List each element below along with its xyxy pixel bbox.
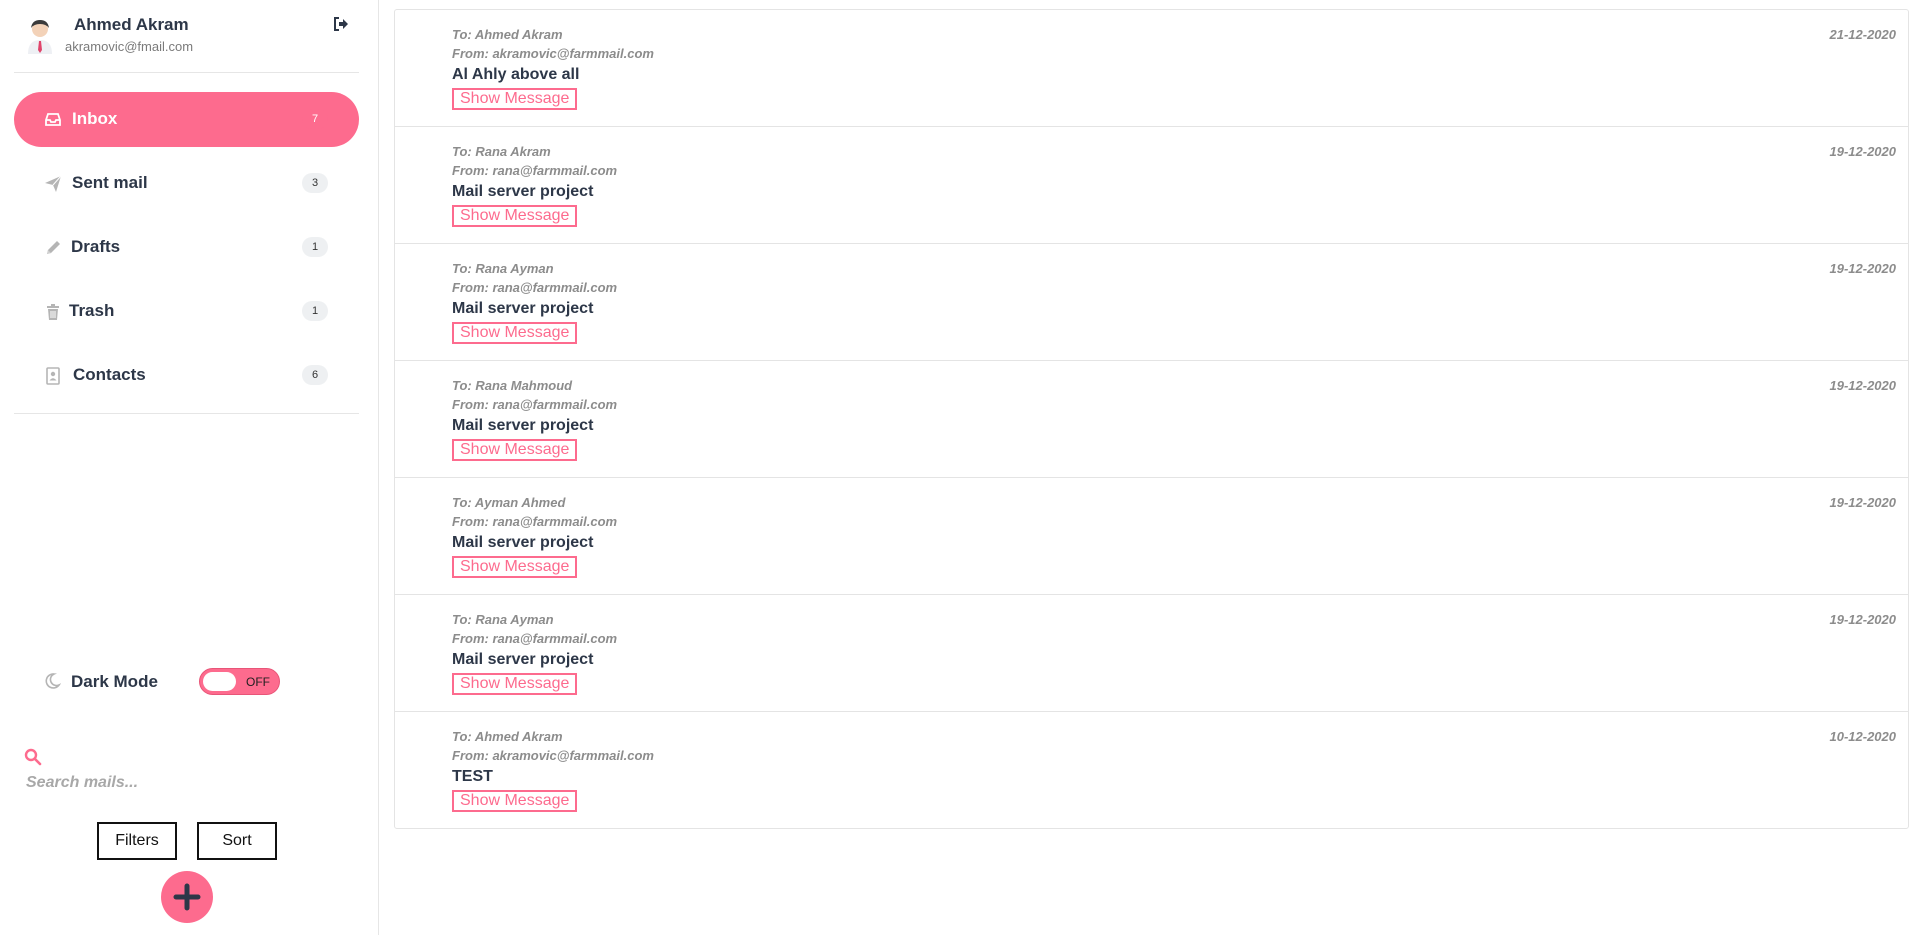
sidebar-item-count: 6 xyxy=(302,365,328,385)
sidebar: Ahmed Akram akramovic@fmail.com Inbox 7 … xyxy=(0,0,379,935)
mail-subject: TEST xyxy=(452,768,493,785)
sidebar-item-inbox[interactable]: Inbox 7 xyxy=(14,92,359,147)
sidebar-item-count: 1 xyxy=(302,301,328,321)
sidebar-item-label: Drafts xyxy=(71,237,121,256)
mail-to: To: Rana Mahmoud xyxy=(452,378,573,393)
mail-app: Ahmed Akram akramovic@fmail.com Inbox 7 … xyxy=(0,0,1913,935)
mail-to: To: Ahmed Akram xyxy=(452,27,563,42)
mail-date: 19-12-2020 xyxy=(1829,612,1897,627)
contact-card-icon xyxy=(46,367,60,385)
logout-icon[interactable] xyxy=(332,15,350,33)
mail-subject: Mail server project xyxy=(452,183,594,200)
mail-list: To: Ahmed Akram From: akramovic@farmmail… xyxy=(394,9,1909,829)
mail-item[interactable]: To: Rana Mahmoud From: rana@farmmail.com… xyxy=(395,361,1908,478)
mail-item[interactable]: To: Ahmed Akram From: akramovic@farmmail… xyxy=(395,712,1908,829)
sidebar-item-contacts[interactable]: Contacts 6 xyxy=(14,348,359,403)
show-message-button[interactable]: Show Message xyxy=(452,556,578,578)
sidebar-item-drafts[interactable]: Drafts 1 xyxy=(14,220,359,275)
show-message-button[interactable]: Show Message xyxy=(452,673,578,695)
mail-item[interactable]: To: Ahmed Akram From: akramovic@farmmail… xyxy=(395,10,1908,127)
mail-date: 19-12-2020 xyxy=(1829,261,1897,276)
dark-mode-label: Dark Mode xyxy=(71,672,158,691)
sidebar-divider-top xyxy=(14,72,359,73)
mail-date: 10-12-2020 xyxy=(1829,729,1897,744)
mail-subject: Mail server project xyxy=(452,300,594,317)
mail-from: From: akramovic@farmmail.com xyxy=(452,748,654,763)
plus-icon xyxy=(173,883,201,911)
mail-item[interactable]: To: Rana Ayman From: rana@farmmail.com M… xyxy=(395,244,1908,361)
mail-subject: Mail server project xyxy=(452,417,594,434)
sort-button[interactable]: Sort xyxy=(197,822,277,860)
mail-from: From: rana@farmmail.com xyxy=(452,397,618,412)
profile-name: Ahmed Akram xyxy=(74,15,189,34)
show-message-button[interactable]: Show Message xyxy=(452,88,578,110)
compose-button[interactable] xyxy=(161,871,213,923)
dark-mode-row: Dark Mode OFF xyxy=(0,665,379,699)
mail-subject: Al Ahly above all xyxy=(452,66,580,83)
sidebar-item-count: 7 xyxy=(302,109,328,129)
sidebar-item-label: Contacts xyxy=(73,365,146,384)
mail-item[interactable]: To: Rana Akram From: rana@farmmail.com M… xyxy=(395,127,1908,244)
mail-item[interactable]: To: Rana Ayman From: rana@farmmail.com M… xyxy=(395,595,1908,712)
mail-date: 21-12-2020 xyxy=(1829,27,1897,42)
mail-from: From: rana@farmmail.com xyxy=(452,514,618,529)
dark-mode-toggle[interactable]: OFF xyxy=(199,668,280,695)
trash-icon xyxy=(47,304,59,320)
sidebar-item-label: Inbox xyxy=(72,109,118,128)
profile-email: akramovic@fmail.com xyxy=(65,39,194,54)
mail-date: 19-12-2020 xyxy=(1829,144,1897,159)
mail-from: From: rana@farmmail.com xyxy=(452,280,618,295)
sidebar-item-trash[interactable]: Trash 1 xyxy=(14,284,359,339)
mail-subject: Mail server project xyxy=(452,534,594,551)
mail-item[interactable]: To: Ayman Ahmed From: rana@farmmail.com … xyxy=(395,478,1908,595)
avatar xyxy=(28,20,52,54)
mail-to: To: Ahmed Akram xyxy=(452,729,563,744)
moon-icon xyxy=(45,673,61,689)
filters-button[interactable]: Filters xyxy=(97,822,177,860)
mail-from: From: rana@farmmail.com xyxy=(452,631,618,646)
pencil-icon xyxy=(47,241,60,254)
toggle-state: OFF xyxy=(246,675,270,689)
sidebar-item-label: Trash xyxy=(69,301,115,320)
sidebar-item-count: 1 xyxy=(302,237,328,257)
sidebar-divider-bottom xyxy=(14,413,359,414)
sidebar-item-count: 3 xyxy=(302,173,328,193)
profile-header: Ahmed Akram akramovic@fmail.com xyxy=(0,0,379,72)
paper-plane-icon xyxy=(45,175,62,192)
mail-from: From: rana@farmmail.com xyxy=(452,163,618,178)
mail-to: To: Rana Ayman xyxy=(452,261,554,276)
mail-to: To: Rana Akram xyxy=(452,144,551,159)
mail-date: 19-12-2020 xyxy=(1829,495,1897,510)
mail-date: 19-12-2020 xyxy=(1829,378,1897,393)
search-input[interactable] xyxy=(26,770,346,796)
mail-subject: Mail server project xyxy=(452,651,594,668)
search-icon xyxy=(24,748,42,766)
mail-to: To: Ayman Ahmed xyxy=(452,495,566,510)
inbox-icon xyxy=(45,113,61,126)
show-message-button[interactable]: Show Message xyxy=(452,322,578,344)
mail-from: From: akramovic@farmmail.com xyxy=(452,46,654,61)
show-message-button[interactable]: Show Message xyxy=(452,790,578,812)
mail-to: To: Rana Ayman xyxy=(452,612,554,627)
sidebar-item-sent-mail[interactable]: Sent mail 3 xyxy=(14,156,359,211)
toggle-knob xyxy=(203,672,236,691)
show-message-button[interactable]: Show Message xyxy=(452,439,578,461)
show-message-button[interactable]: Show Message xyxy=(452,205,578,227)
sidebar-item-label: Sent mail xyxy=(72,173,148,192)
